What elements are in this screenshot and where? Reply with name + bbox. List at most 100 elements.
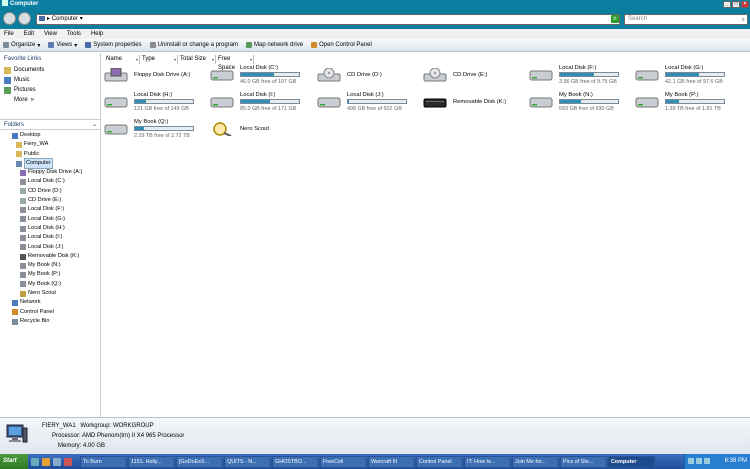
drive-usage-bar: [240, 99, 300, 104]
open-control-panel-button[interactable]: Open Control Panel: [311, 42, 372, 48]
taskbar-button[interactable]: Pics of Ste...: [560, 455, 607, 468]
forward-button[interactable]: [18, 12, 31, 25]
drive-item[interactable]: My Book (N:) 593 GB free of 930 GB: [529, 91, 629, 113]
browser-icon[interactable]: [42, 457, 50, 466]
drive-item[interactable]: Local Disk (J:) 498 GB free of 502 GB: [317, 91, 417, 113]
dropdown-arrow-icon[interactable]: ▾: [136, 55, 139, 64]
drive-item[interactable]: Local Disk (G:) 42.1 GB free of 97.6 GB: [635, 64, 735, 86]
drive-usage-bar: [240, 72, 300, 77]
search-icon[interactable]: ⌕: [742, 16, 745, 25]
security-icon[interactable]: [704, 458, 710, 464]
taskbar-button[interactable]: QUITS - N...: [224, 455, 271, 468]
column-header-total-size[interactable]: Total Size ▾: [178, 55, 216, 64]
clock[interactable]: 6:38 PM: [725, 458, 747, 464]
tree-item[interactable]: Desktop: [0, 131, 100, 140]
minimize-button[interactable]: _: [723, 1, 731, 8]
tree-item[interactable]: Local Disk (C:): [0, 177, 100, 186]
taskbar-button[interactable]: Control Panel: [416, 455, 463, 468]
drive-item[interactable]: Floppy Disk Drive (A:): [104, 64, 204, 86]
taskbar-button[interactable]: Join Me for...: [512, 455, 559, 468]
tree-item[interactable]: Recycle Bin: [0, 317, 100, 326]
views-button[interactable]: Views ▾: [48, 42, 77, 49]
drive-item[interactable]: My Book (Q:) 2.29 TB free of 2.72 TB: [104, 118, 204, 140]
tree-item[interactable]: Floppy Disk Drive (A:): [0, 168, 100, 177]
tree-item[interactable]: Nero Scout: [0, 289, 100, 298]
cd-drive-icon: [20, 197, 26, 204]
refresh-button[interactable]: ⟳: [611, 15, 619, 23]
tree-item[interactable]: Local Disk (I:): [0, 233, 100, 242]
column-header-free-space[interactable]: Free Space ▾: [216, 55, 254, 71]
close-button[interactable]: ×: [741, 1, 749, 8]
favorite-music[interactable]: Music: [0, 75, 100, 85]
taskbar-button[interactable]: IT: How to...: [464, 455, 511, 468]
back-button[interactable]: [3, 12, 16, 25]
system-properties-button[interactable]: System properties: [85, 42, 142, 48]
tree-item[interactable]: Computer: [0, 157, 100, 170]
show-desktop-icon[interactable]: [31, 457, 39, 466]
search-input[interactable]: Search ⌕: [624, 14, 748, 25]
menu-file[interactable]: File: [4, 29, 14, 39]
drive-item[interactable]: Nero Scout: [210, 118, 310, 140]
drive-free-space: 593 GB free of 930 GB: [559, 106, 614, 112]
drive-item[interactable]: Local Disk (H:) 121 GB free of 149 GB: [104, 91, 204, 113]
hard-disk-icon: [529, 97, 553, 108]
organize-button[interactable]: Organize ▾: [3, 42, 40, 49]
start-button[interactable]: Start: [0, 454, 28, 469]
taskbar-button[interactable]: Warcraft III: [368, 455, 415, 468]
maximize-button[interactable]: □: [732, 1, 740, 8]
volume-icon[interactable]: [688, 458, 694, 464]
tree-item[interactable]: My Book (P:): [0, 270, 100, 279]
drive-item[interactable]: CD Drive (D:): [317, 64, 417, 86]
hard-disk-icon: [20, 225, 26, 232]
tree-item[interactable]: Network: [0, 298, 100, 307]
taskbar-button[interactable]: To Burn: [80, 455, 127, 468]
user-folder-icon: [16, 141, 22, 148]
tree-item[interactable]: Control Panel: [0, 308, 100, 317]
taskbar-button[interactable]: Computer: [608, 455, 655, 468]
address-bar[interactable]: ▸ Computer ▾: [36, 14, 620, 25]
media-player-icon[interactable]: [64, 457, 72, 466]
drive-item[interactable]: Local Disk (F:) 3.96 GB free of 9.75 GB: [529, 64, 629, 86]
hard-disk-icon: [20, 262, 26, 269]
uninstall-program-button[interactable]: Uninstall or change a program: [149, 42, 238, 48]
column-header-type[interactable]: Type ▾: [140, 55, 178, 64]
map-network-drive-button[interactable]: Map network drive: [246, 42, 303, 48]
tree-item[interactable]: Local Disk (J:): [0, 243, 100, 252]
dropdown-arrow-icon[interactable]: ▾: [212, 55, 215, 64]
network-icon[interactable]: [696, 458, 702, 464]
favorite-pictures[interactable]: Pictures: [0, 85, 100, 95]
dropdown-arrow-icon[interactable]: ▾: [250, 55, 253, 64]
favorite-more[interactable]: More »: [0, 95, 100, 105]
folders-header[interactable]: Folders ⌄: [0, 119, 100, 130]
taskbar-button[interactable]: [GoDoEsS...: [176, 455, 223, 468]
drive-item[interactable]: Removable Disk (K:): [423, 91, 523, 113]
taskbar-button[interactable]: 1151. Holly...: [128, 455, 175, 468]
drive-item[interactable]: My Book (P:) 1.39 TB free of 1.81 TB: [635, 91, 735, 113]
memory-row: Memory: 4.00 GB: [58, 443, 105, 449]
favorite-documents[interactable]: Documents: [0, 65, 100, 75]
tree-item[interactable]: Local Disk (F:): [0, 205, 100, 214]
column-header-name[interactable]: Name ▾: [104, 55, 140, 64]
menu-bar: File Edit View Tools Help: [0, 29, 750, 39]
tree-item[interactable]: CD Drive (E:): [0, 196, 100, 205]
dropdown-arrow-icon[interactable]: ▾: [174, 55, 177, 64]
menu-view[interactable]: View: [44, 29, 57, 39]
tree-item[interactable]: My Book (N:): [0, 261, 100, 270]
taskbar-button[interactable]: FreeCell: [320, 455, 367, 468]
tree-item[interactable]: Fiery_WA: [0, 140, 100, 149]
drive-name: Local Disk (H:): [134, 92, 173, 98]
taskbar-button[interactable]: GHOSTBO...: [272, 455, 319, 468]
tree-item[interactable]: My Book (Q:): [0, 280, 100, 289]
drive-item[interactable]: Local Disk (C:) 46.0 GB free of 107 GB: [210, 64, 310, 86]
menu-tools[interactable]: Tools: [67, 29, 81, 39]
tree-item[interactable]: Local Disk (G:): [0, 215, 100, 224]
tree-item[interactable]: CD Drive (D:): [0, 187, 100, 196]
menu-help[interactable]: Help: [91, 29, 103, 39]
tree-item[interactable]: Removable Disk (K:): [0, 252, 100, 261]
drive-item[interactable]: CD Drive (E:): [423, 64, 523, 86]
drive-item[interactable]: Local Disk (I:) 85.0 GB free of 171 GB: [210, 91, 310, 113]
tree-item-label: Removable Disk (K:): [28, 252, 80, 259]
menu-edit[interactable]: Edit: [24, 29, 34, 39]
switch-windows-icon[interactable]: [53, 457, 61, 466]
tree-item[interactable]: Local Disk (H:): [0, 224, 100, 233]
